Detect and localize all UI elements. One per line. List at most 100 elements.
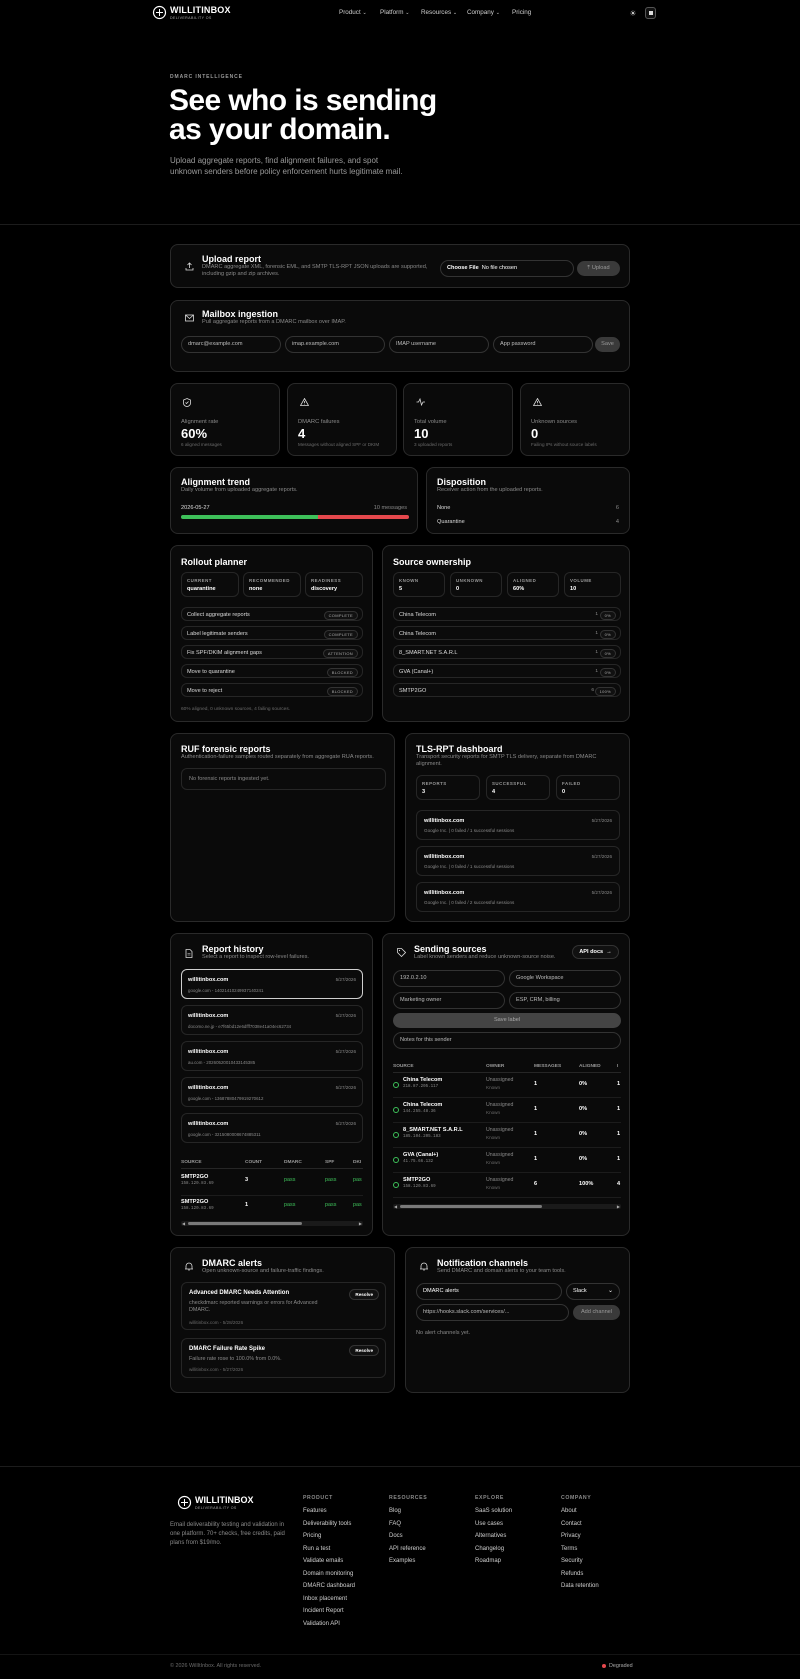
- footer-link-explore[interactable]: Changelog: [475, 1546, 504, 1554]
- footer-link-company[interactable]: Data retention: [561, 1583, 599, 1591]
- ownership-unknown: UNKNOWN 0: [450, 572, 502, 597]
- footer-link-company[interactable]: Terms: [561, 1546, 577, 1554]
- column-header: DKI: [353, 1160, 362, 1165]
- stat-value: 0: [531, 426, 539, 441]
- table-scrollbar[interactable]: ◀ ▶: [181, 1221, 363, 1226]
- table-row: SMTP2GO 158.120.83.69 3 pass pass pas: [181, 1174, 362, 1186]
- logo-icon[interactable]: [177, 1495, 192, 1510]
- footer-link-explore[interactable]: Use cases: [475, 1521, 503, 1529]
- scroll-thumb[interactable]: [188, 1222, 302, 1225]
- rollout-planner-card: Rollout planner CURRENT quarantine RECOM…: [170, 545, 373, 722]
- choose-file-button[interactable]: Choose File: [447, 265, 479, 272]
- table-row: China Telecom 218.87.205.117 Unassigned Kno…: [393, 1074, 621, 1098]
- nav-platform[interactable]: Platform ⌄: [380, 9, 409, 17]
- api-docs-button[interactable]: API docs →: [572, 945, 619, 959]
- sending-desc: Label known senders and reduce unknown-s…: [414, 954, 556, 960]
- footer-link-explore[interactable]: Roadmap: [475, 1558, 501, 1566]
- footer-heading-resources: RESOURCES: [389, 1495, 428, 1501]
- history-item-selected[interactable]: willitinbox.com 5/27/2026 google.com - 1…: [181, 969, 363, 999]
- footer-link-company[interactable]: Privacy: [561, 1533, 581, 1541]
- tls-reports: REPORTS 3: [416, 775, 480, 800]
- scroll-left-icon[interactable]: ◀: [182, 1221, 185, 1226]
- table-scrollbar[interactable]: ◀ ▶: [393, 1204, 621, 1209]
- footer-link-resources[interactable]: Blog: [389, 1508, 401, 1516]
- logo-icon[interactable]: [152, 5, 167, 20]
- channel-type-select[interactable]: Slack ⌄: [566, 1283, 620, 1300]
- footer-link-company[interactable]: Contact: [561, 1521, 582, 1529]
- resolve-button[interactable]: Resolve: [349, 1289, 379, 1300]
- footer-link-resources[interactable]: FAQ: [389, 1521, 401, 1529]
- status-indicator[interactable]: Degraded: [602, 1663, 633, 1670]
- source-ip-input[interactable]: 192.0.2.10: [393, 970, 505, 987]
- mailbox-email-input[interactable]: dmarc@example.com: [181, 336, 281, 353]
- nav-pricing[interactable]: Pricing: [512, 9, 531, 17]
- report-history-card: Report history Select a report to inspec…: [170, 933, 373, 1236]
- footer-link-resources[interactable]: Docs: [389, 1533, 403, 1541]
- footer-link-product[interactable]: Deliverability tools: [303, 1521, 351, 1529]
- chevron-down-icon: ⌄: [405, 10, 410, 16]
- scroll-right-icon[interactable]: ▶: [359, 1221, 362, 1226]
- footer-link-explore[interactable]: SaaS solution: [475, 1508, 512, 1516]
- channel-name-input[interactable]: DMARC alerts: [416, 1283, 562, 1300]
- theme-toggle-icon[interactable]: ☀: [627, 8, 639, 20]
- nav-company[interactable]: Company ⌄: [467, 9, 500, 17]
- webhook-url-input[interactable]: https://hooks.slack.com/services/...: [416, 1304, 569, 1321]
- owner-input[interactable]: Marketing owner: [393, 992, 505, 1009]
- sending-sources-card: Sending sources Label known senders and …: [382, 933, 630, 1236]
- account-icon[interactable]: [645, 7, 656, 19]
- alert-item: DMARC Failure Rate Spike Failure rate ro…: [181, 1338, 386, 1378]
- imap-username-input[interactable]: IMAP username: [389, 336, 489, 353]
- tls-report-item[interactable]: willitinbox.com 5/27/2026 Google Inc. | …: [416, 810, 620, 840]
- history-item[interactable]: willitinbox.com 5/27/2026 docomo.ne.jp -…: [181, 1005, 363, 1035]
- app-password-input[interactable]: App password: [493, 336, 593, 353]
- tls-report-item[interactable]: willitinbox.com 5/27/2026 Google Inc. | …: [416, 846, 620, 876]
- check-circle-icon: [393, 1182, 399, 1188]
- save-label-button[interactable]: Save label: [393, 1013, 621, 1028]
- tls-report-item[interactable]: willitinbox.com 5/27/2026 Google Inc. | …: [416, 882, 620, 912]
- upload-icon: [183, 260, 195, 272]
- footer-link-product[interactable]: Validation API: [303, 1621, 340, 1629]
- footer-link-product[interactable]: Inbox placement: [303, 1596, 347, 1604]
- scroll-left-icon[interactable]: ◀: [394, 1204, 397, 1209]
- footer-link-product[interactable]: Incident Report: [303, 1608, 344, 1616]
- aligned-badge: 0%: [599, 668, 616, 677]
- mailbox-save-button[interactable]: Save: [595, 337, 620, 352]
- sender-notes-input[interactable]: Notes for this sender: [393, 1032, 621, 1049]
- scroll-thumb[interactable]: [400, 1205, 542, 1208]
- add-channel-button[interactable]: Add channel: [573, 1305, 620, 1320]
- ownership-row: 8_SMART.NET S.A.R.L 1 0%: [393, 645, 621, 659]
- footer-link-company[interactable]: Security: [561, 1558, 583, 1566]
- footer-link-product[interactable]: DMARC dashboard: [303, 1583, 355, 1591]
- nav-resources[interactable]: Resources ⌄: [421, 9, 457, 17]
- footer-brand[interactable]: WILLITINBOX: [195, 1495, 254, 1506]
- footer-link-product[interactable]: Run a test: [303, 1546, 330, 1554]
- provider-input[interactable]: Google Workspace: [509, 970, 621, 987]
- brand-name[interactable]: WILLITINBOX: [170, 5, 231, 16]
- status-badge: BLOCKED: [326, 668, 358, 677]
- upload-button[interactable]: ⤒ Upload: [577, 261, 620, 276]
- footer-link-product[interactable]: Validate emails: [303, 1558, 343, 1566]
- footer-link-product[interactable]: Domain monitoring: [303, 1571, 353, 1579]
- history-item[interactable]: willitinbox.com 5/27/2026 google.com - 3…: [181, 1113, 363, 1143]
- imap-host-input[interactable]: imap.example.com: [285, 336, 385, 353]
- brand-sub: DELIVERABILITY OS: [170, 16, 212, 20]
- alignment-trend-card: Alignment trend Daily volume from upload…: [170, 467, 418, 534]
- footer-heading-explore: EXPLORE: [475, 1495, 504, 1501]
- footer-link-product[interactable]: Features: [303, 1508, 327, 1516]
- footer-link-resources[interactable]: API reference: [389, 1546, 426, 1554]
- footer-link-company[interactable]: Refunds: [561, 1571, 583, 1579]
- scroll-right-icon[interactable]: ▶: [617, 1204, 620, 1209]
- footer-link-product[interactable]: Pricing: [303, 1533, 321, 1541]
- file-input[interactable]: Choose File No file chosen: [440, 260, 574, 277]
- footer-link-resources[interactable]: Examples: [389, 1558, 415, 1566]
- history-item[interactable]: willitinbox.com 5/27/2026 au.com - 20260…: [181, 1041, 363, 1071]
- history-item[interactable]: willitinbox.com 5/27/2026 google.com - 1…: [181, 1077, 363, 1107]
- use-case-input[interactable]: ESP, CRM, billing: [509, 992, 621, 1009]
- trend-date: 2026-05-27: [181, 505, 210, 511]
- upload-report-card: Upload report DMARC aggregate XML, foren…: [170, 244, 630, 288]
- rollout-current: CURRENT quarantine: [181, 572, 239, 597]
- footer-link-company[interactable]: About: [561, 1508, 577, 1516]
- resolve-button[interactable]: Resolve: [349, 1345, 379, 1356]
- footer-link-explore[interactable]: Alternatives: [475, 1533, 506, 1541]
- nav-product[interactable]: Product ⌄: [339, 9, 367, 17]
